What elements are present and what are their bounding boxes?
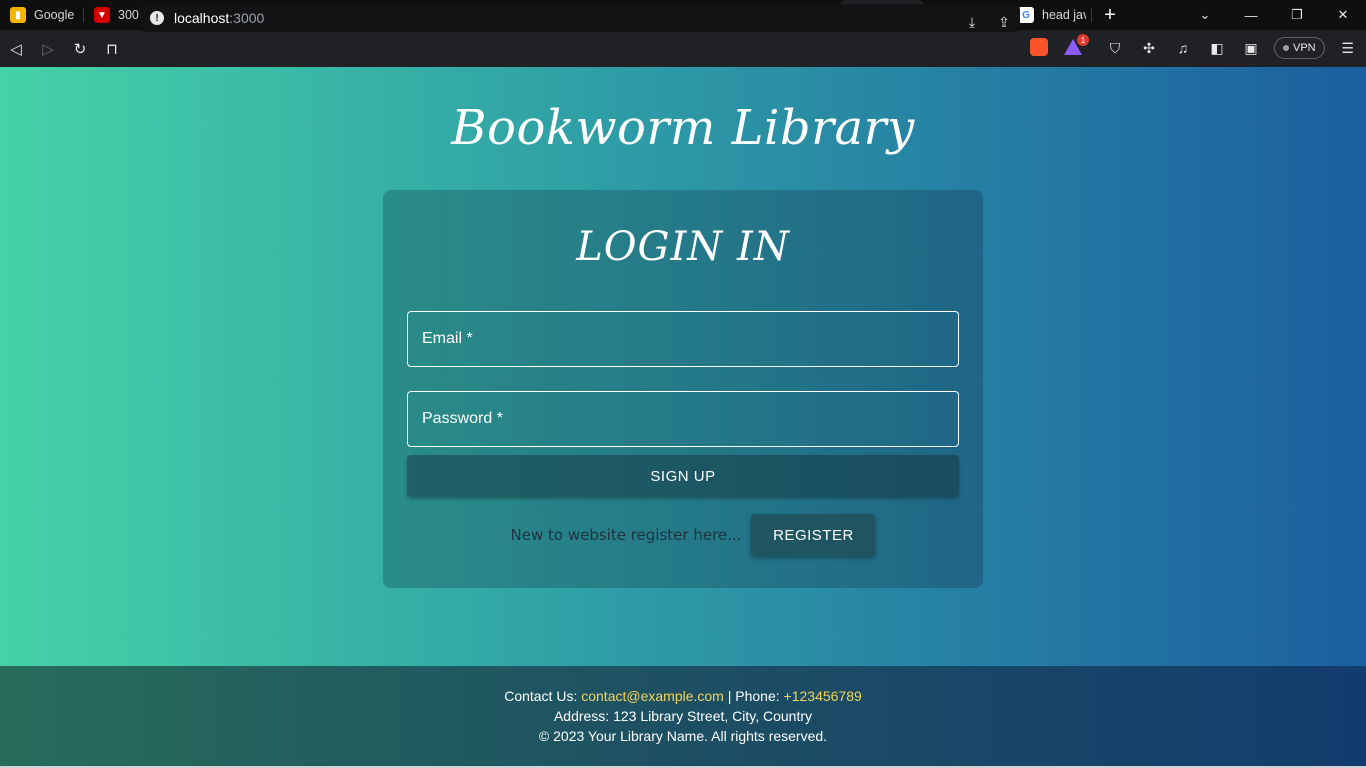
bookmark-icon[interactable]: ⊓: [96, 34, 128, 64]
tab-title: head jav: [1042, 8, 1086, 22]
sidebar-icon[interactable]: ◧: [1200, 34, 1234, 62]
site-info-icon[interactable]: !: [150, 11, 164, 25]
wallet-icon[interactable]: ▣: [1234, 34, 1268, 62]
url-host: localhost: [174, 10, 230, 26]
extensions-icon[interactable]: ✣: [1132, 34, 1166, 62]
shield-icon[interactable]: ⛉: [1098, 34, 1132, 62]
restore-button[interactable]: ❐: [1274, 0, 1320, 30]
menu-icon[interactable]: ☰: [1331, 34, 1365, 62]
media-icon[interactable]: ♫: [1166, 34, 1200, 62]
extensions-bar: ⛉ ✣ ♫ ◧ ▣ VPN ☰: [1098, 34, 1365, 62]
address-bar-actions: ⤓ ⇪: [956, 9, 1020, 35]
new-tab-button[interactable]: +: [1092, 0, 1128, 30]
login-title: LOGIN IN: [576, 224, 790, 270]
vpn-status-dot: [1283, 45, 1289, 51]
address-bar[interactable]: ! localhost:3000 ⤓ ⇪: [140, 4, 1020, 32]
page-body: Bookworm Library LOGIN IN SIGN UP New to…: [0, 67, 1366, 666]
browser-tab[interactable]: ▮ Google K: [0, 0, 84, 30]
footer: Contact Us: contact@example.com | Phone:…: [0, 666, 1366, 766]
login-card: LOGIN IN SIGN UP New to website register…: [383, 190, 983, 588]
browser-tab[interactable]: Ghead jav: [1008, 0, 1092, 30]
url-port: :3000: [229, 10, 265, 26]
forward-icon[interactable]: ▷: [32, 34, 64, 64]
vpn-label: VPN: [1293, 42, 1316, 54]
contact-phone-link[interactable]: +123456789: [784, 688, 862, 704]
vpn-button[interactable]: VPN: [1274, 37, 1325, 59]
brave-shields-icon[interactable]: [1030, 38, 1048, 56]
email-field[interactable]: [407, 311, 959, 367]
sign-up-button[interactable]: SIGN UP: [407, 455, 959, 497]
password-field[interactable]: [407, 391, 959, 447]
phone-label: | Phone:: [727, 688, 780, 704]
back-icon[interactable]: ◁: [0, 34, 32, 64]
contact-email-link[interactable]: contact@example.com: [581, 688, 724, 704]
window-controls: ⌄ — ❐ ✕: [1182, 0, 1366, 30]
brave-rewards-icon[interactable]: 1: [1064, 34, 1089, 55]
footer-copyright: © 2023 Your Library Name. All rights res…: [538, 728, 828, 744]
close-window-button[interactable]: ✕: [1320, 0, 1366, 30]
footer-contact-line: Contact Us: contact@example.com | Phone:…: [0, 686, 1366, 706]
tab-favicon-icon: ▼: [94, 7, 110, 23]
tab-favicon-icon: G: [1018, 7, 1034, 23]
password-input[interactable]: [408, 392, 958, 446]
contact-label: Contact Us:: [504, 688, 578, 704]
install-icon[interactable]: ⤓: [956, 9, 988, 35]
reload-icon[interactable]: ↻: [64, 34, 96, 64]
register-row: New to website register here... REGISTER: [383, 514, 983, 556]
tab-favicon-icon: ▮: [10, 7, 26, 23]
footer-address: Address: 123 Library Street, City, Count…: [553, 708, 813, 724]
tab-title: Google K: [34, 8, 78, 22]
email-input[interactable]: [408, 312, 958, 366]
share-icon[interactable]: ⇪: [988, 9, 1020, 35]
register-button[interactable]: REGISTER: [751, 514, 876, 556]
rewards-badge: 1: [1077, 34, 1089, 46]
tab-search-icon[interactable]: ⌄: [1182, 0, 1228, 30]
register-prompt: New to website register here...: [510, 526, 742, 544]
brand-title: Bookworm Library: [451, 100, 915, 156]
minimize-button[interactable]: —: [1228, 0, 1274, 30]
